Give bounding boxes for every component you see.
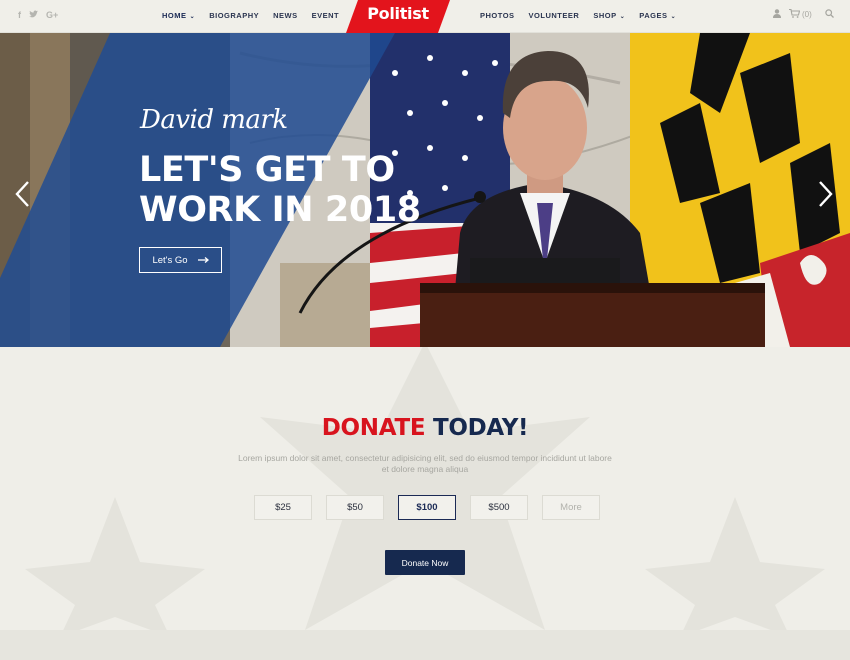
nav-biography[interactable]: BIOGRAPHY: [209, 11, 259, 20]
main-nav-right: PHOTOS VOLUNTEER SHOP ⌄ PAGES ⌄: [480, 11, 676, 20]
cart-button[interactable]: (0): [789, 8, 812, 20]
nav-news[interactable]: NEWS: [273, 11, 298, 20]
nav-shop-label: SHOP: [593, 11, 617, 20]
slider-next-button[interactable]: [818, 180, 834, 213]
donate-section: DONATE TODAY! Lorem ipsum dolor sit amet…: [0, 347, 850, 630]
slider-prev-button[interactable]: [14, 180, 30, 213]
nav-home-label: HOME: [162, 11, 187, 20]
hero-title: LET'S GET TO WORK IN 2018: [139, 150, 421, 230]
nav-news-label: NEWS: [273, 11, 298, 20]
social-links: f G+: [18, 10, 58, 20]
twitter-icon[interactable]: [29, 10, 38, 20]
nav-photos-label: PHOTOS: [480, 11, 515, 20]
amount-option-50[interactable]: $50: [326, 495, 384, 520]
nav-volunteer[interactable]: VOLUNTEER: [529, 11, 580, 20]
nav-pages-label: PAGES: [639, 11, 668, 20]
main-nav-left: HOME ⌄ BIOGRAPHY NEWS EVENT: [162, 11, 339, 20]
nav-volunteer-label: VOLUNTEER: [528, 11, 580, 20]
hero-slider: David mark LET'S GET TO WORK IN 2018 Let…: [0, 33, 850, 347]
nav-shop[interactable]: SHOP ⌄: [593, 11, 625, 20]
cart-count: (0): [802, 10, 812, 19]
nav-event[interactable]: EVENT: [312, 11, 340, 20]
google-plus-icon[interactable]: G+: [46, 10, 58, 20]
donate-description: Lorem ipsum dolor sit amet, consectetur …: [238, 453, 612, 474]
chevron-down-icon: ⌄: [617, 14, 626, 20]
nav-pages[interactable]: PAGES ⌄: [639, 11, 676, 20]
site-header: f G+ HOME ⌄ BIOGRAPHY NEWS EVENT Politis…: [0, 0, 850, 33]
donate-heading-red: DONATE: [321, 415, 426, 441]
cart-icon: [789, 8, 801, 20]
facebook-icon[interactable]: f: [18, 10, 21, 20]
lets-go-button[interactable]: Let's Go: [139, 247, 222, 273]
site-logo[interactable]: Politist: [346, 0, 450, 33]
header-tools: (0): [773, 8, 834, 20]
chevron-down-icon: ⌄: [668, 14, 677, 20]
chevron-down-icon: ⌄: [187, 14, 196, 20]
star-background-pattern: [25, 347, 825, 630]
chevron-left-icon: [15, 181, 29, 207]
hero-name: David mark: [140, 105, 288, 135]
donation-amount-options: $25 $50 $100 $500 More: [254, 495, 600, 520]
user-icon[interactable]: [773, 9, 781, 20]
nav-home[interactable]: HOME ⌄: [162, 11, 195, 20]
donate-heading: DONATE TODAY!: [0, 415, 850, 441]
search-icon[interactable]: [825, 9, 834, 20]
amount-option-500[interactable]: $500: [470, 495, 528, 520]
nav-photos[interactable]: PHOTOS: [480, 11, 515, 20]
donate-heading-blue: TODAY!: [432, 415, 529, 441]
amount-option-100[interactable]: $100: [398, 495, 456, 520]
nav-biography-label: BIOGRAPHY: [209, 11, 260, 20]
arrow-right-icon: [197, 255, 209, 266]
nav-event-label: EVENT: [311, 11, 340, 20]
amount-option-25[interactable]: $25: [254, 495, 312, 520]
logo-text: Politist: [367, 4, 429, 23]
amount-option-more[interactable]: More: [542, 495, 600, 520]
footer-strip: [0, 630, 850, 660]
chevron-right-icon: [819, 181, 833, 207]
lets-go-label: Let's Go: [152, 254, 188, 266]
donate-now-button[interactable]: Donate Now: [385, 550, 465, 575]
